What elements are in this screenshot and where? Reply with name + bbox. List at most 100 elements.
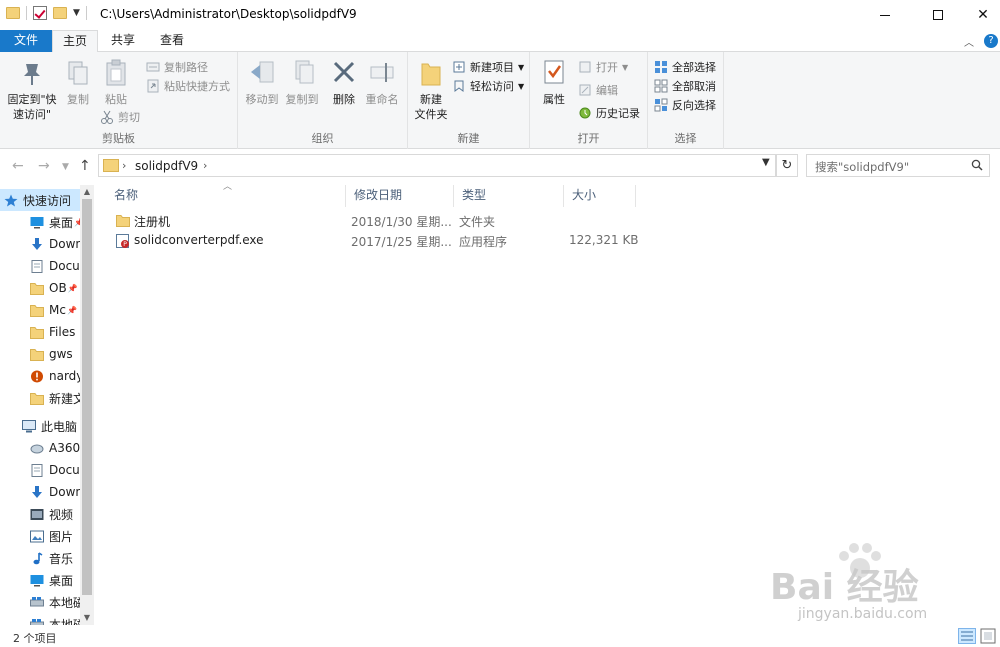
sidebar-item[interactable]: 本地磁盘 <box>0 591 80 613</box>
tab-home[interactable]: 主页 <box>52 30 98 53</box>
open-button[interactable]: 打开 ▼ <box>578 59 628 75</box>
easy-access-icon <box>452 79 466 93</box>
back-arrow-icon[interactable]: ← <box>12 158 24 174</box>
document-icon <box>30 463 44 477</box>
copy-label: 复制 <box>67 93 89 106</box>
folder-icon <box>30 348 44 361</box>
exe-icon: P <box>116 234 130 251</box>
close-button[interactable]: ✕ <box>960 0 1000 30</box>
sidebar-item[interactable]: 此电脑 <box>0 415 80 437</box>
sidebar-item[interactable]: OB 📌 <box>0 277 80 299</box>
search-input[interactable]: 搜索"solidpdfV9" <box>806 154 990 177</box>
table-row[interactable]: 注册机 2018/1/30 星期... 文件夹 <box>96 211 1000 231</box>
tab-file[interactable]: 文件 <box>0 30 52 52</box>
search-icon[interactable] <box>971 159 983 171</box>
sidebar-item[interactable]: 音乐 <box>0 547 80 569</box>
column-type[interactable]: 类型 <box>454 185 564 207</box>
group-open: 属性 打开 ▼ 编辑 历史记录 打开 <box>530 52 648 149</box>
delete-button[interactable]: 删除 <box>328 58 360 107</box>
new-item-button[interactable]: 新建项目 ▼ <box>452 59 524 75</box>
select-all-button[interactable]: 全部选择 <box>654 59 716 75</box>
tab-view[interactable]: 查看 <box>148 30 196 52</box>
properties-button[interactable]: 属性 <box>536 58 572 107</box>
sidebar-item[interactable]: gws <box>0 343 80 365</box>
computer-icon <box>22 419 36 433</box>
nav-scrollbar[interactable]: ▲ ▼ <box>80 185 94 625</box>
recent-locations-icon[interactable]: ▼ <box>62 162 69 172</box>
minimize-button[interactable] <box>862 0 908 30</box>
customize-qat-icon[interactable]: ▼ <box>73 8 80 18</box>
new-folder-icon[interactable] <box>53 7 67 19</box>
sidebar-item[interactable]: 视频 <box>0 503 80 525</box>
chevron-right-icon[interactable]: › <box>203 159 207 172</box>
help-icon[interactable]: ? <box>984 34 998 48</box>
large-icons-view-button[interactable] <box>980 628 996 644</box>
forward-arrow-icon[interactable]: → <box>38 158 50 174</box>
sidebar-item-label: 快速访问 <box>23 193 72 208</box>
sidebar-item-label: Downloads <box>49 485 80 499</box>
desktop-icon <box>30 216 44 229</box>
tab-share[interactable]: 共享 <box>100 30 146 52</box>
up-arrow-icon[interactable]: ↑ <box>79 158 91 174</box>
pin-icon: 📌 <box>67 283 78 293</box>
rename-icon <box>368 58 396 88</box>
copy-button[interactable]: 复制 <box>62 58 94 107</box>
sidebar-item[interactable]: 桌面 <box>0 569 80 591</box>
sidebar-item[interactable]: Files <box>0 321 80 343</box>
divider <box>85 6 87 20</box>
column-size[interactable]: 大小 <box>564 185 636 207</box>
new-folder-button[interactable]: 新建 文件夹 <box>412 58 450 122</box>
edit-button[interactable]: 编辑 <box>578 82 618 98</box>
scroll-thumb[interactable] <box>82 199 92 595</box>
sidebar-item[interactable]: 桌面 📌 <box>0 211 80 233</box>
paste-button[interactable]: 粘贴 <box>98 58 134 107</box>
cut-button[interactable]: 剪切 <box>100 109 140 125</box>
column-date-modified[interactable]: 修改日期 <box>346 185 454 207</box>
sidebar-item-label: A360 <box>49 441 80 455</box>
sidebar-item[interactable]: Mc 📌 <box>0 299 80 321</box>
refresh-button[interactable]: ↻ <box>776 154 798 177</box>
document-icon <box>30 259 44 273</box>
folder-icon <box>30 282 44 295</box>
sidebar-item[interactable]: Downloads📌 <box>0 233 80 255</box>
copy-to-button[interactable]: 复制到 <box>282 58 322 107</box>
history-button[interactable]: 历史记录 <box>578 105 640 121</box>
properties-icon[interactable] <box>33 6 47 20</box>
address-bar[interactable]: › solidpdfV9 › <box>98 154 776 177</box>
sidebar-item[interactable]: 快速访问 <box>0 189 80 211</box>
sidebar-item[interactable]: A360 <box>0 437 80 459</box>
sidebar-item[interactable]: Documents📌 <box>0 255 80 277</box>
sidebar-item[interactable]: 图片 <box>0 525 80 547</box>
properties-icon <box>540 58 568 88</box>
sidebar-item[interactable]: nardy <box>0 365 80 387</box>
sidebar-item-label: Mc <box>49 303 66 317</box>
folder-icon <box>116 214 130 230</box>
sidebar-item[interactable]: Downloads <box>0 481 80 503</box>
table-row[interactable]: P solidconverterpdf.exe 2017/1/25 星期... … <box>96 231 1000 251</box>
maximize-button[interactable] <box>915 0 961 30</box>
pin-to-quick-access-button[interactable]: 固定到"快 速访问" <box>6 58 58 122</box>
paste-shortcut-button[interactable]: 粘贴快捷方式 <box>146 78 230 94</box>
address-dropdown-icon[interactable]: ▼ <box>762 157 770 168</box>
sidebar-item[interactable]: Documents <box>0 459 80 481</box>
pin-icon <box>18 58 46 88</box>
select-none-button[interactable]: 全部取消 <box>654 78 716 94</box>
ribbon-collapse-icon[interactable]: ︿ <box>964 34 974 49</box>
details-view-button[interactable] <box>958 628 976 644</box>
sidebar-item[interactable]: 新建文件夹 <box>0 387 80 409</box>
move-to-button[interactable]: 移动到 <box>242 58 282 107</box>
address-folder[interactable]: solidpdfV9 <box>135 159 198 173</box>
scroll-down-icon[interactable]: ▼ <box>80 611 94 625</box>
chevron-right-icon[interactable]: › <box>122 159 126 172</box>
item-count: 2 个项目 <box>13 632 57 645</box>
column-name[interactable]: 名称 <box>106 185 346 207</box>
easy-access-button[interactable]: 轻松访问 ▼ <box>452 78 524 94</box>
title-bar: ▼ C:\Users\Administrator\Desktop\solidpd… <box>0 0 1000 30</box>
invert-selection-icon <box>654 98 668 112</box>
invert-selection-button[interactable]: 反向选择 <box>654 97 716 113</box>
sidebar-item[interactable]: 本地磁盘 <box>0 613 80 625</box>
copy-path-button[interactable]: 复制路径 <box>146 59 208 75</box>
folder-icon <box>30 392 44 405</box>
scroll-up-icon[interactable]: ▲ <box>80 185 94 199</box>
rename-button[interactable]: 重命名 <box>362 58 402 107</box>
